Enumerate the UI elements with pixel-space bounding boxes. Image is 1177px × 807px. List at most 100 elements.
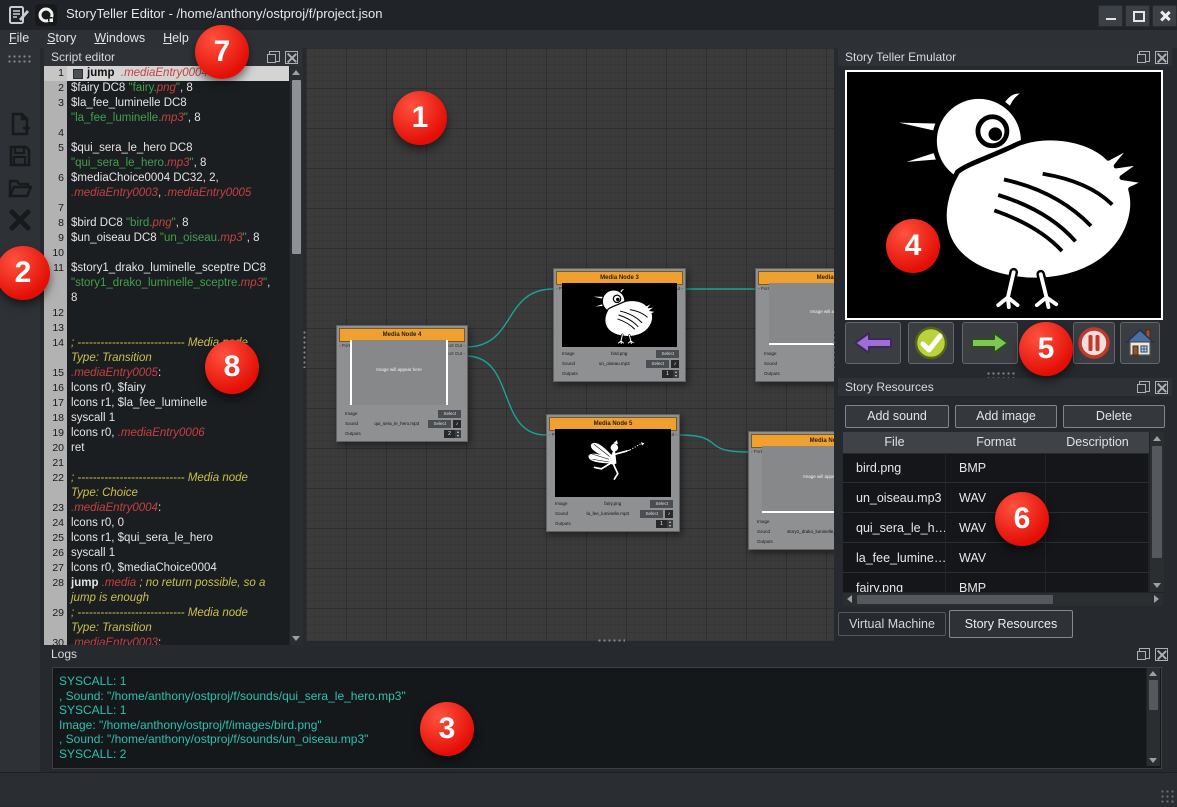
tab-story-resources[interactable]: Story Resources	[949, 610, 1073, 638]
editor-row: 22; ---------------------------- Media n…	[44, 471, 289, 486]
code-line	[67, 306, 289, 321]
delete-icon[interactable]	[8, 208, 32, 232]
table-cell[interactable]	[1046, 543, 1149, 573]
outputs-stepper[interactable]	[673, 370, 679, 378]
code-line: jump .mediaEntry0004	[67, 66, 289, 81]
select-image-button[interactable]: Select	[656, 350, 679, 358]
line-number	[44, 351, 67, 366]
select-sound-button[interactable]: Select	[646, 360, 669, 368]
pause-button[interactable]	[1073, 322, 1115, 364]
table-cell[interactable]: qui_sera_le_h…	[843, 513, 946, 543]
code-line: ; ---------------------------- Media nod…	[67, 336, 289, 351]
logs-scrollbar[interactable]	[1146, 668, 1160, 766]
select-image-button[interactable]: Select	[650, 500, 673, 508]
resources-title: Story Resources	[845, 380, 934, 394]
column-header-format[interactable]: Format	[946, 432, 1047, 454]
splitter-left[interactable]	[302, 330, 307, 368]
annotation-circle-1: 1	[393, 91, 447, 145]
line-number: 8	[44, 216, 67, 231]
tab-virtual-machine[interactable]: Virtual Machine	[838, 612, 946, 636]
outputs-stepper[interactable]	[667, 520, 673, 528]
menu-file[interactable]: File	[0, 30, 38, 47]
outputs-value: 1	[656, 520, 667, 528]
log-line: SYSCALL: 2	[53, 747, 1161, 762]
port-out[interactable]: Port Out ◦	[445, 343, 465, 348]
add-sound-button[interactable]: Add sound	[845, 405, 949, 428]
table-cell[interactable]: BMP	[946, 573, 1046, 592]
toolbar-drag-handle[interactable]	[7, 54, 33, 63]
table-cell[interactable]	[1046, 513, 1149, 543]
float-icon[interactable]	[269, 51, 280, 62]
table-cell[interactable]: WAV	[946, 543, 1046, 573]
ok-button[interactable]	[908, 322, 954, 364]
minimize-button[interactable]	[1098, 5, 1123, 27]
outputs-stepper[interactable]	[455, 430, 461, 438]
play-sound-icon[interactable]: ♪	[665, 510, 673, 518]
table-cell[interactable]: BMP	[946, 453, 1046, 483]
resources-vscrollbar[interactable]	[1149, 432, 1164, 592]
media-node[interactable]: Media Node 6◦ Port InImage will appear h…	[748, 431, 834, 550]
menu-story[interactable]: Story	[38, 30, 85, 47]
open-folder-icon[interactable]	[8, 176, 32, 200]
resize-grip[interactable]	[1160, 789, 1174, 803]
code-line: syscall 1	[67, 411, 289, 426]
table-cell[interactable]: bird.png	[843, 453, 946, 483]
delete-button[interactable]: Delete	[1063, 405, 1165, 428]
port-out[interactable]: Port Out ◦	[445, 351, 465, 356]
select-image-button[interactable]: Select	[438, 410, 461, 418]
media-node[interactable]: Media Node 4◦ Port InPort Out ◦Port Out …	[336, 325, 468, 442]
editor-row: "story1_drako_luminelle_sceptre.mp3",	[44, 276, 289, 291]
image-label: Image	[757, 519, 779, 524]
node-field: Outputs	[757, 537, 834, 546]
close-icon[interactable]	[285, 51, 298, 64]
media-node[interactable]: Media Node 5◦ Port InPort Out ◦Imagefair…	[546, 414, 680, 532]
outputs-label: Outputs	[345, 431, 367, 436]
script-editor-scrollbar[interactable]	[289, 66, 303, 645]
column-header-description[interactable]: Description	[1046, 432, 1149, 454]
table-cell[interactable]: la_fee_lumine…	[843, 543, 946, 573]
splitter-bottom[interactable]	[597, 638, 625, 644]
play-sound-icon[interactable]: ♪	[671, 360, 679, 368]
table-cell[interactable]	[1046, 453, 1149, 483]
play-sound-icon[interactable]: ♪	[453, 420, 461, 428]
media-node[interactable]: Media Node 2◦ Port InImage will appear h…	[755, 268, 834, 382]
close-icon[interactable]	[1155, 648, 1168, 661]
node-graph-canvas[interactable]: Media Node 4◦ Port InPort Out ◦Port Out …	[306, 48, 834, 641]
close-icon[interactable]	[1155, 51, 1168, 64]
close-button[interactable]	[1152, 5, 1177, 27]
menu-windows[interactable]: Windows	[85, 30, 154, 47]
float-icon[interactable]	[1139, 51, 1150, 62]
annotation-circle-7: 7	[195, 25, 249, 79]
title-bar[interactable]: StoryTeller Editor - /home/anthony/ostpr…	[0, 0, 1177, 30]
home-button[interactable]	[1120, 322, 1160, 364]
menu-help[interactable]: Help	[154, 30, 198, 47]
next-button[interactable]	[962, 322, 1018, 364]
sound-value: story1_drako_luminelle_sceptre.mp3	[779, 529, 834, 534]
media-node[interactable]: Media Node 3◦ Port InPort Out ◦Imagebird…	[553, 268, 686, 382]
image-value: fairy.png	[577, 501, 648, 506]
float-icon[interactable]	[1139, 648, 1150, 659]
outputs-value: 1	[662, 370, 673, 378]
line-number: 28	[44, 576, 67, 591]
line-number: 1	[44, 66, 67, 81]
close-icon[interactable]	[1155, 381, 1168, 394]
new-file-icon[interactable]	[8, 112, 32, 136]
table-cell[interactable]: fairy.png	[843, 573, 946, 592]
sound-label: Sound	[562, 361, 584, 366]
save-icon[interactable]	[8, 144, 32, 168]
table-cell[interactable]: un_oiseau.mp3	[843, 483, 946, 513]
table-cell[interactable]	[1046, 483, 1149, 513]
code-line	[67, 126, 289, 141]
splitter-right[interactable]	[831, 330, 836, 368]
resources-hscrollbar[interactable]	[843, 592, 1163, 606]
maximize-button[interactable]	[1125, 5, 1150, 27]
back-button[interactable]	[845, 322, 901, 364]
media-frame	[350, 340, 352, 405]
table-cell[interactable]	[1046, 573, 1149, 592]
select-sound-button[interactable]: Select	[428, 420, 451, 428]
select-sound-button[interactable]: Select	[640, 510, 663, 518]
add-image-button[interactable]: Add image	[955, 405, 1057, 428]
emulator-drag-handle[interactable]	[986, 371, 1016, 378]
column-header-file[interactable]: File	[843, 432, 947, 454]
float-icon[interactable]	[1139, 381, 1150, 392]
